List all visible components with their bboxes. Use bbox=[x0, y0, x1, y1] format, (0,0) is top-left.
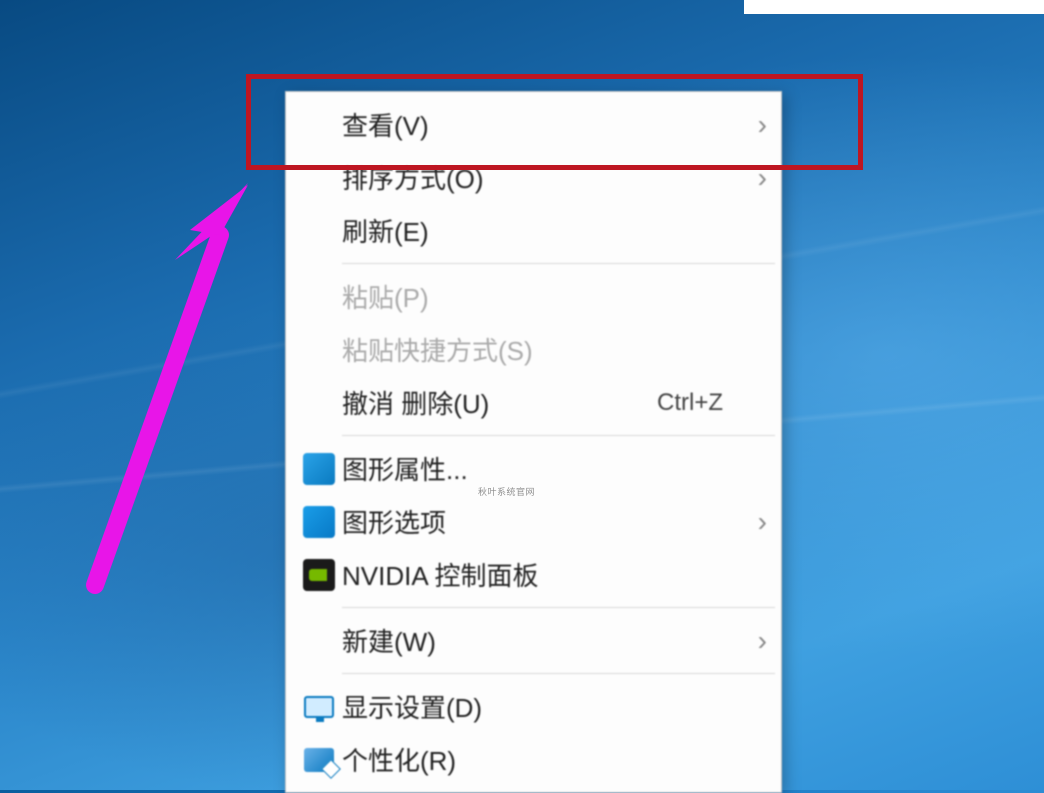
menu-separator bbox=[342, 673, 775, 674]
partial-window-edge bbox=[744, 0, 1044, 14]
desktop-context-menu: 查看(V)›排序方式(O)›刷新(E)粘贴(P)粘贴快捷方式(S)撤消 删除(U… bbox=[285, 91, 782, 793]
intel-graphics-icon bbox=[303, 453, 335, 485]
menu-item-label: NVIDIA 控制面板 bbox=[342, 556, 743, 593]
menu-item[interactable]: 刷新(E) bbox=[288, 204, 779, 257]
menu-item-label: 图形选项 bbox=[342, 503, 743, 540]
menu-item-label: 显示设置(D) bbox=[342, 688, 743, 725]
chevron-right-icon: › bbox=[743, 162, 767, 194]
menu-item-label: 撤消 删除(U) bbox=[342, 384, 657, 421]
menu-item-label: 粘贴(P) bbox=[342, 278, 743, 315]
menu-separator bbox=[342, 435, 775, 436]
chevron-right-icon: › bbox=[743, 625, 767, 657]
menu-item[interactable]: 撤消 删除(U)Ctrl+Z bbox=[288, 376, 779, 429]
menu-item[interactable]: 图形属性... bbox=[288, 442, 779, 495]
chevron-right-icon: › bbox=[743, 506, 767, 538]
annotation-arrow bbox=[70, 175, 260, 595]
desktop-background[interactable]: 查看(V)›排序方式(O)›刷新(E)粘贴(P)粘贴快捷方式(S)撤消 删除(U… bbox=[0, 0, 1044, 790]
nvidia-icon bbox=[303, 559, 335, 591]
menu-separator bbox=[342, 263, 775, 264]
menu-item: 粘贴(P) bbox=[288, 270, 779, 323]
menu-item[interactable]: 排序方式(O)› bbox=[288, 151, 779, 204]
menu-item-icon-slot bbox=[296, 696, 342, 718]
menu-item-label: 查看(V) bbox=[342, 106, 743, 143]
menu-item[interactable]: 显示设置(D) bbox=[288, 680, 779, 733]
menu-item-icon-slot bbox=[296, 506, 342, 538]
menu-item-label: 图形属性... bbox=[342, 450, 743, 487]
menu-separator bbox=[342, 607, 775, 608]
menu-item-label: 排序方式(O) bbox=[342, 159, 743, 196]
menu-item-icon-slot bbox=[296, 748, 342, 772]
menu-item[interactable]: 查看(V)› bbox=[288, 98, 779, 151]
personalize-icon bbox=[304, 748, 334, 772]
chevron-right-icon: › bbox=[743, 109, 767, 141]
menu-item: 粘贴快捷方式(S) bbox=[288, 323, 779, 376]
display-settings-icon bbox=[304, 696, 334, 718]
menu-item[interactable]: 图形选项› bbox=[288, 495, 779, 548]
menu-item[interactable]: 个性化(R) bbox=[288, 733, 779, 786]
menu-item-label: 新建(W) bbox=[342, 622, 743, 659]
menu-item-icon-slot bbox=[296, 453, 342, 485]
menu-item-icon-slot bbox=[296, 559, 342, 591]
menu-item-label: 个性化(R) bbox=[342, 741, 743, 778]
menu-item[interactable]: NVIDIA 控制面板 bbox=[288, 548, 779, 601]
menu-item-label: 刷新(E) bbox=[342, 212, 743, 249]
menu-item[interactable]: 新建(W)› bbox=[288, 614, 779, 667]
menu-item-shortcut: Ctrl+Z bbox=[657, 389, 723, 417]
menu-item-label: 粘贴快捷方式(S) bbox=[342, 331, 743, 368]
intel-graphics-icon bbox=[303, 506, 335, 538]
